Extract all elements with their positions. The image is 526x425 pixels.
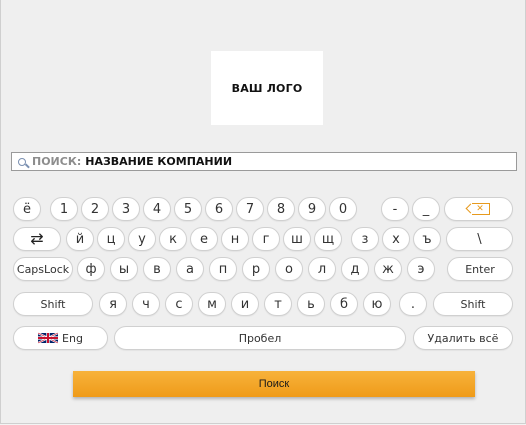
key-period[interactable]: . <box>399 292 427 316</box>
capslock-button[interactable]: CapsLock <box>13 257 73 281</box>
key-v[interactable]: в <box>143 257 171 281</box>
key-shch[interactable]: щ <box>314 227 342 251</box>
key-hard-sign[interactable]: ъ <box>413 227 441 251</box>
search-icon <box>18 157 26 166</box>
key-z[interactable]: з <box>351 227 379 251</box>
key-m[interactable]: м <box>198 292 226 316</box>
key-ye[interactable]: е <box>190 227 218 251</box>
key-4[interactable]: 4 <box>143 197 171 221</box>
key-2[interactable]: 2 <box>81 197 109 221</box>
search-prefix: ПОИСК: <box>32 155 82 168</box>
search-input[interactable]: ПОИСК: НАЗВАНИЕ КОМПАНИИ <box>11 152 517 171</box>
key-b[interactable]: б <box>330 292 358 316</box>
key-1[interactable]: 1 <box>50 197 78 221</box>
search-value: НАЗВАНИЕ КОМПАНИИ <box>85 155 233 168</box>
key-k[interactable]: к <box>159 227 187 251</box>
swap-arrows-icon: ⇄ <box>30 229 44 248</box>
key-d[interactable]: д <box>341 257 369 281</box>
space-button[interactable]: Пробел <box>114 326 406 350</box>
key-n[interactable]: н <box>221 227 249 251</box>
layout-switch-button[interactable]: ⇄ <box>13 227 61 251</box>
key-minus[interactable]: - <box>381 197 409 221</box>
enter-button[interactable]: Enter <box>447 257 513 281</box>
logo-placeholder: ВАШ ЛОГО <box>211 51 323 125</box>
key-3[interactable]: 3 <box>112 197 140 221</box>
logo-text: ВАШ ЛОГО <box>231 81 303 95</box>
key-l[interactable]: л <box>308 257 336 281</box>
backspace-button[interactable]: ✕ <box>444 197 513 221</box>
key-7[interactable]: 7 <box>236 197 264 221</box>
key-p[interactable]: п <box>209 257 237 281</box>
shift-left-button[interactable]: Shift <box>13 292 93 316</box>
key-e[interactable]: э <box>407 257 435 281</box>
app-frame: ВАШ ЛОГО ПОИСК: НАЗВАНИЕ КОМПАНИИ ё 1 2 … <box>0 0 526 424</box>
key-a[interactable]: а <box>176 257 204 281</box>
key-backslash[interactable]: \ <box>446 227 513 251</box>
key-sh[interactable]: ш <box>283 227 311 251</box>
key-u[interactable]: у <box>128 227 156 251</box>
search-submit-button[interactable]: Поиск <box>73 371 475 397</box>
key-i[interactable]: и <box>231 292 259 316</box>
key-f[interactable]: ф <box>77 257 105 281</box>
key-t[interactable]: т <box>264 292 292 316</box>
key-9[interactable]: 9 <box>298 197 326 221</box>
language-label: Eng <box>62 331 83 345</box>
key-8[interactable]: 8 <box>267 197 295 221</box>
key-0[interactable]: 0 <box>329 197 357 221</box>
key-yu[interactable]: ю <box>363 292 391 316</box>
key-kh[interactable]: х <box>382 227 410 251</box>
key-6[interactable]: 6 <box>205 197 233 221</box>
clear-all-button[interactable]: Удалить всё <box>413 326 513 350</box>
key-s[interactable]: с <box>165 292 193 316</box>
language-button[interactable]: Eng <box>13 326 108 350</box>
key-yo[interactable]: ё <box>13 197 41 221</box>
key-ts[interactable]: ц <box>97 227 125 251</box>
key-5[interactable]: 5 <box>174 197 202 221</box>
backspace-icon: ✕ <box>471 203 490 215</box>
uk-flag-icon <box>38 332 59 344</box>
key-zh[interactable]: ж <box>374 257 402 281</box>
shift-right-button[interactable]: Shift <box>433 292 513 316</box>
key-ya[interactable]: я <box>99 292 127 316</box>
key-i-kratkoye[interactable]: й <box>66 227 94 251</box>
key-soft-sign[interactable]: ь <box>297 292 325 316</box>
key-o[interactable]: о <box>275 257 303 281</box>
key-underscore[interactable]: _ <box>412 197 440 221</box>
key-r[interactable]: р <box>242 257 270 281</box>
key-ch[interactable]: ч <box>132 292 160 316</box>
key-y[interactable]: ы <box>110 257 138 281</box>
key-g[interactable]: г <box>252 227 280 251</box>
